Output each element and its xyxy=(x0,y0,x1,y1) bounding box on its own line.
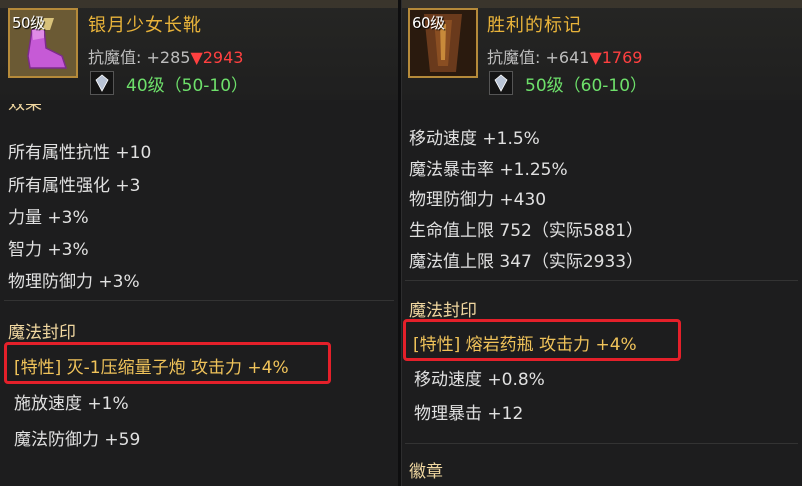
divider xyxy=(405,280,798,281)
stat-line: 智力 +3% xyxy=(8,240,89,260)
stat-line: 力量 +3% xyxy=(8,208,89,228)
seal-section-title: 魔法封印 xyxy=(409,301,477,321)
stat-line: 物理防御力 +3% xyxy=(8,272,140,292)
stat-line: 物理防御力 +430 xyxy=(409,190,547,210)
stat-line: 所有属性抗性 +10 xyxy=(8,143,152,163)
item-name: 胜利的标记 xyxy=(487,15,582,36)
resist-value: 抗魔值: +285▼2943 xyxy=(88,48,244,67)
level-requirement: 50级（60-10） xyxy=(525,76,648,96)
diamond-icon xyxy=(489,71,513,95)
medal-item-icon: 60级 xyxy=(408,8,478,78)
seal-stat-line: 移动速度 +0.8% xyxy=(414,370,545,390)
stat-line: 所有属性强化 +3 xyxy=(8,176,141,196)
seal-stat-line: 施放速度 +1% xyxy=(14,394,129,414)
divider xyxy=(405,443,798,444)
badge-section-title: 徽章 xyxy=(409,462,443,482)
seal-stat-line: 魔法防御力 +59 xyxy=(14,430,141,450)
trait-line: [特性] 灭-1压缩量子炮 攻击力 +4% xyxy=(14,358,289,378)
diamond-icon xyxy=(90,71,114,95)
level-requirement: 40级（50-10） xyxy=(126,76,249,96)
seal-stat-line: 物理暴击 +12 xyxy=(414,404,524,424)
partial-section-header: 效果 xyxy=(8,104,42,114)
resist-value: 抗魔值: +641▼1769 xyxy=(487,48,643,67)
level-tag: 50级 xyxy=(12,14,45,32)
stat-line: 魔法暴击率 +1.25% xyxy=(409,160,568,180)
stat-line: 移动速度 +1.5% xyxy=(409,129,540,149)
trait-line: [特性] 熔岩药瓶 攻击力 +4% xyxy=(413,335,637,355)
stat-line: 魔法值上限 347（实际2933） xyxy=(409,252,644,272)
item-name: 银月少女长靴 xyxy=(88,15,202,36)
stat-line: 生命值上限 752（实际5881） xyxy=(409,221,644,241)
level-tag: 60级 xyxy=(412,14,445,32)
boots-item-icon: 50级 xyxy=(8,8,78,78)
seal-section-title: 魔法封印 xyxy=(8,323,76,343)
divider xyxy=(4,300,394,301)
